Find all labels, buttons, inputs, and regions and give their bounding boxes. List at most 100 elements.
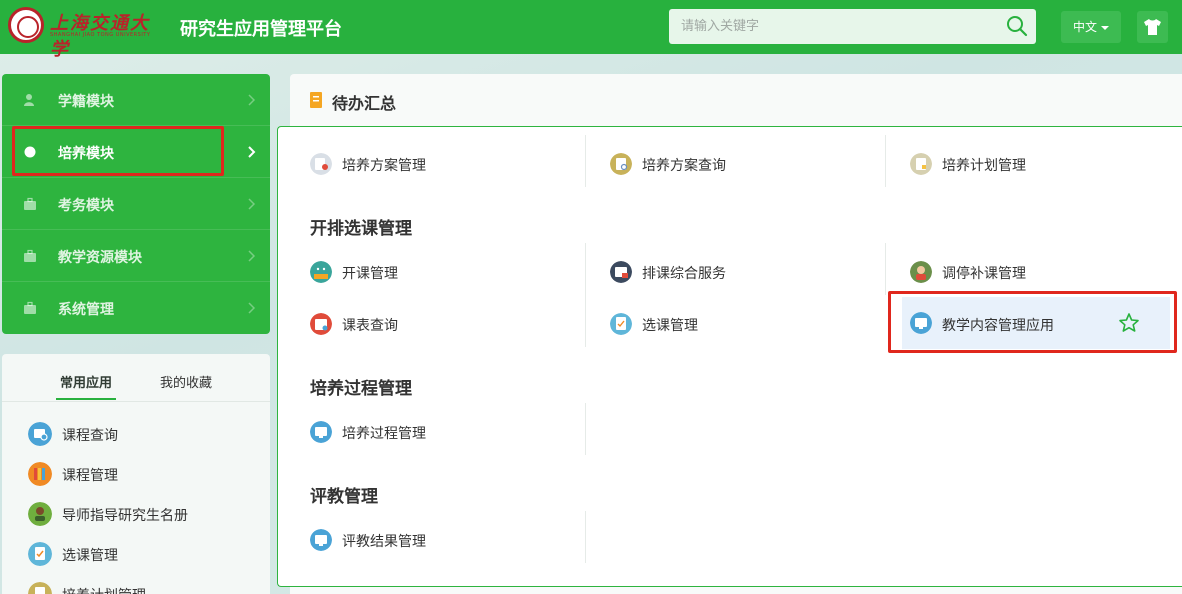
column-divider xyxy=(585,135,586,187)
submenu-item[interactable]: 排课综合服务 xyxy=(610,251,900,291)
submenu-item[interactable]: 培养过程管理 xyxy=(310,411,600,451)
monitor-icon xyxy=(910,312,932,334)
training-plan-icon xyxy=(910,153,932,175)
module-label: 培养模块 xyxy=(58,146,114,162)
app-label: 课程管理 xyxy=(62,468,118,484)
submenu-item[interactable]: 课表查询 xyxy=(310,303,600,343)
program-query-icon xyxy=(610,153,632,175)
app-item[interactable]: 课程管理 xyxy=(2,454,270,494)
tab-my-favorites[interactable]: 我的收藏 xyxy=(160,372,212,391)
module-item-cultivation[interactable]: 培养模块 xyxy=(2,126,270,178)
chevron-right-icon xyxy=(248,94,256,106)
todo-title: 待办汇总 xyxy=(332,94,397,113)
app-item[interactable]: 课程查询 xyxy=(2,414,270,454)
apps-tabs: 常用应用 我的收藏 xyxy=(2,354,270,402)
open-course-icon xyxy=(310,261,332,283)
university-seal-icon xyxy=(8,7,44,43)
submenu-item[interactable]: 评教结果管理 xyxy=(310,519,600,559)
monitor-icon xyxy=(310,421,332,443)
group-title: 开排选课管理 xyxy=(310,219,412,239)
monitor-icon xyxy=(310,529,332,551)
theme-button[interactable] xyxy=(1137,11,1168,43)
submenu-label: 培养计划管理 xyxy=(942,158,1026,174)
app-item[interactable]: 导师指导研究生名册 xyxy=(2,494,270,534)
submenu-item[interactable]: 培养计划管理 xyxy=(910,143,1182,183)
submenu-label: 开课管理 xyxy=(342,266,398,282)
language-dropdown[interactable]: 中文 xyxy=(1061,11,1121,43)
app-item[interactable]: 选课管理 xyxy=(2,534,270,574)
module-item-student-status[interactable]: 学籍模块 xyxy=(2,74,270,126)
course-query-icon xyxy=(28,422,52,446)
favorite-star-icon[interactable] xyxy=(1118,312,1140,334)
group-title: 培养过程管理 xyxy=(310,379,412,399)
search-icon[interactable] xyxy=(1006,15,1028,37)
chevron-right-icon xyxy=(248,302,256,314)
column-divider xyxy=(585,511,586,563)
timetable-query-icon xyxy=(310,313,332,335)
search-input[interactable] xyxy=(669,9,999,44)
app-label: 导师指导研究生名册 xyxy=(62,508,188,524)
todo-header: 待办汇总 xyxy=(290,74,1182,126)
briefcase-icon xyxy=(24,301,36,314)
document-icon xyxy=(310,92,322,108)
submenu-label: 排课综合服务 xyxy=(642,266,726,282)
university-logo[interactable]: 上海交通大学 SHANGHAI JIAO TONG UNIVERSITY xyxy=(8,7,158,60)
cultivation-submenu: 培养方案管理 培养方案查询 培养计划管理 开排选课管理 开课管理 排课综合服务 … xyxy=(277,126,1182,587)
dot-icon xyxy=(24,146,36,158)
top-header: 上海交通大学 SHANGHAI JIAO TONG UNIVERSITY 研究生… xyxy=(0,0,1182,60)
briefcase-icon xyxy=(24,197,36,210)
scheduling-service-icon xyxy=(610,261,632,283)
chevron-right-icon xyxy=(248,198,256,210)
column-divider xyxy=(585,403,586,455)
column-divider xyxy=(585,243,586,347)
app-label: 课程查询 xyxy=(62,428,118,444)
submenu-label: 培养方案管理 xyxy=(342,158,426,174)
app-item[interactable]: 培养计划管理 xyxy=(2,574,270,594)
module-label: 考务模块 xyxy=(58,198,114,214)
module-item-teaching-resources[interactable]: 教学资源模块 xyxy=(2,230,270,282)
submenu-label: 课表查询 xyxy=(342,318,398,334)
search-box xyxy=(669,9,1036,44)
caret-down-icon xyxy=(1101,25,1109,30)
language-label: 中文 xyxy=(1072,20,1097,34)
module-item-exam[interactable]: 考务模块 xyxy=(2,178,270,230)
group-title: 评教管理 xyxy=(310,487,378,507)
chevron-right-icon xyxy=(248,146,256,158)
user-icon xyxy=(24,94,34,106)
briefcase-icon xyxy=(24,249,36,262)
submenu-item-teaching-content[interactable]: 教学内容管理应用 xyxy=(902,297,1170,349)
program-manage-icon xyxy=(310,153,332,175)
course-selection-icon xyxy=(610,313,632,335)
submenu-label: 培养方案查询 xyxy=(642,158,726,174)
course-manage-icon xyxy=(28,462,52,486)
common-apps-panel: 常用应用 我的收藏 课程查询 课程管理 导师指导研究生名册 选课管理 培养计划管… xyxy=(2,354,270,594)
app-title: 研究生应用管理平台 xyxy=(180,19,342,40)
submenu-item[interactable]: 培养方案查询 xyxy=(610,143,900,183)
course-selection-icon xyxy=(28,542,52,566)
tshirt-icon xyxy=(1144,19,1161,35)
module-label: 系统管理 xyxy=(58,302,114,318)
submenu-item[interactable]: 培养方案管理 xyxy=(310,143,600,183)
app-label: 选课管理 xyxy=(62,548,118,564)
column-divider xyxy=(885,243,886,295)
module-menu: 学籍模块 培养模块 考务模块 教学资源模块 系统管理 xyxy=(2,74,270,334)
submenu-item[interactable]: 开课管理 xyxy=(310,251,600,291)
logo-subtitle: SHANGHAI JIAO TONG UNIVERSITY xyxy=(50,32,151,38)
submenu-item[interactable]: 调停补课管理 xyxy=(910,251,1182,291)
module-item-system[interactable]: 系统管理 xyxy=(2,282,270,334)
submenu-label: 调停补课管理 xyxy=(942,266,1026,282)
mentor-roster-icon xyxy=(28,502,52,526)
submenu-label: 评教结果管理 xyxy=(342,534,426,550)
submenu-item[interactable]: 选课管理 xyxy=(610,303,900,343)
module-label: 学籍模块 xyxy=(58,94,114,110)
tab-common-apps[interactable]: 常用应用 xyxy=(55,372,117,400)
app-label: 培养计划管理 xyxy=(62,585,146,594)
submenu-label: 培养过程管理 xyxy=(342,426,426,442)
training-plan-icon xyxy=(28,582,52,594)
class-adjust-icon xyxy=(910,261,932,283)
column-divider xyxy=(885,135,886,187)
module-label: 教学资源模块 xyxy=(58,250,142,266)
chevron-right-icon xyxy=(248,250,256,262)
submenu-label: 选课管理 xyxy=(642,318,698,334)
submenu-label: 教学内容管理应用 xyxy=(942,318,1054,334)
